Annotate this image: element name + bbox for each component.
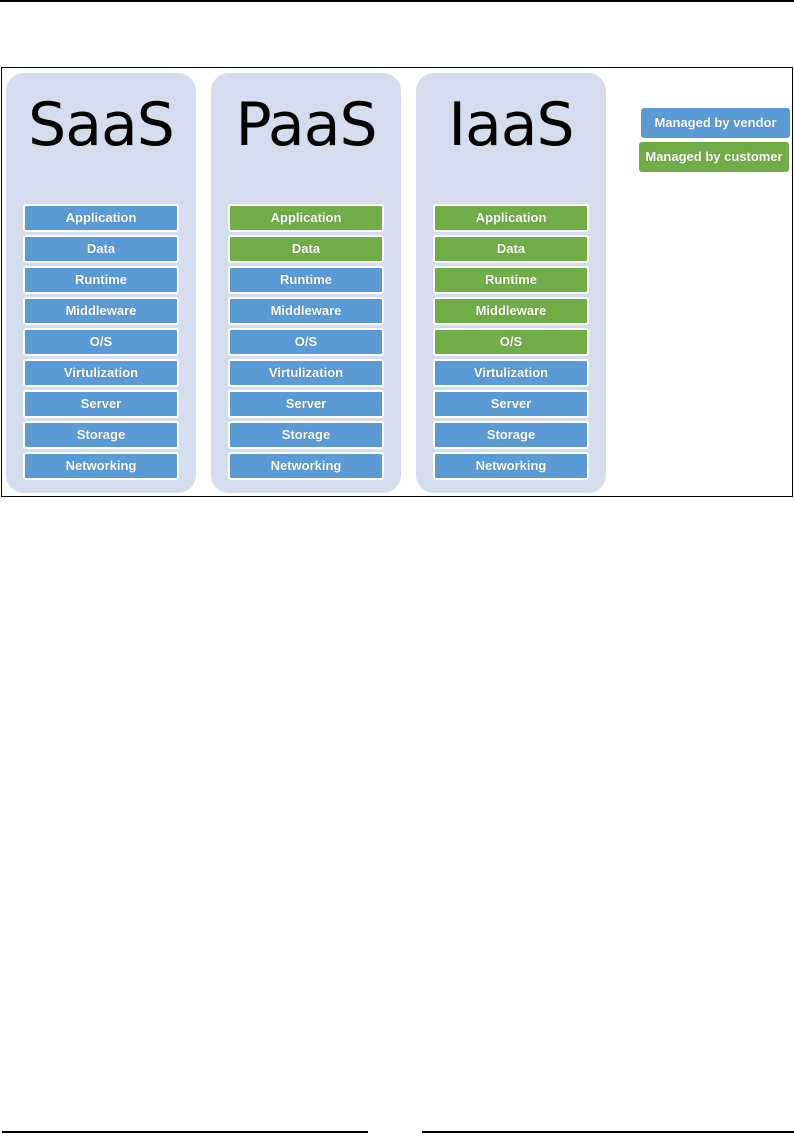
layer-virtulization: Virtulization xyxy=(23,359,179,387)
layer-data: Data xyxy=(228,235,384,263)
column-iaas: IaaS Application Data Runtime Middleware O/S… xyxy=(416,73,606,493)
layer-runtime: Runtime xyxy=(228,266,384,294)
column-title: IaaS xyxy=(448,90,574,160)
layer-virtulization: Virtulization xyxy=(228,359,384,387)
footer-rule-left xyxy=(2,1131,368,1133)
column-paas: PaaS Application Data Runtime Middleware O/S… xyxy=(211,73,401,493)
footer-rule-right xyxy=(422,1131,794,1133)
layer-o-s: O/S xyxy=(228,328,384,356)
layer-o-s: O/S xyxy=(23,328,179,356)
column-title: SaaS xyxy=(28,90,175,160)
layer-middleware: Middleware xyxy=(228,297,384,325)
layer-application: Application xyxy=(23,204,179,232)
layer-stack: Application Data Runtime Middleware O/S Virtu… xyxy=(23,204,179,483)
legend: Managed by vendor Managed by customer xyxy=(639,108,790,176)
layer-storage: Storage xyxy=(23,421,179,449)
layer-virtulization: Virtulization xyxy=(433,359,589,387)
cloud-service-models-diagram: SaaS Application Data Runtime Middleware O/S… xyxy=(1,67,793,497)
layer-middleware: Middleware xyxy=(433,297,589,325)
legend-item-vendor: Managed by vendor xyxy=(641,108,790,138)
layer-stack: Application Data Runtime Middleware O/S Virtu… xyxy=(433,204,589,483)
layer-o-s: O/S xyxy=(433,328,589,356)
column-saas: SaaS Application Data Runtime Middleware O/S… xyxy=(6,73,196,493)
layer-application: Application xyxy=(433,204,589,232)
layer-networking: Networking xyxy=(433,452,589,480)
layer-server: Server xyxy=(228,390,384,418)
page-top-rule xyxy=(0,0,794,2)
layer-networking: Networking xyxy=(23,452,179,480)
layer-networking: Networking xyxy=(228,452,384,480)
layer-storage: Storage xyxy=(433,421,589,449)
layer-stack: Application Data Runtime Middleware O/S Virtu… xyxy=(228,204,384,483)
layer-middleware: Middleware xyxy=(23,297,179,325)
layer-storage: Storage xyxy=(228,421,384,449)
layer-server: Server xyxy=(23,390,179,418)
layer-runtime: Runtime xyxy=(23,266,179,294)
layer-server: Server xyxy=(433,390,589,418)
legend-item-customer: Managed by customer xyxy=(639,142,789,172)
layer-data: Data xyxy=(433,235,589,263)
column-title: PaaS xyxy=(235,90,377,160)
layer-runtime: Runtime xyxy=(433,266,589,294)
layer-data: Data xyxy=(23,235,179,263)
layer-application: Application xyxy=(228,204,384,232)
